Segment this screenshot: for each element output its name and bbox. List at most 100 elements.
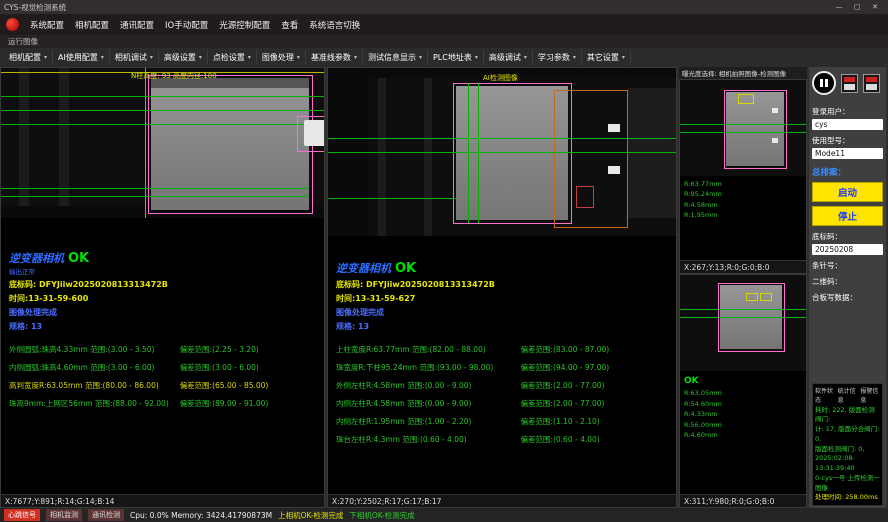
statistics-panel: 软件状态 统计信息 报警信息 耗时: 222, 版面检测阀门: 计: 17, 版… bbox=[812, 383, 883, 507]
status-bar: 心跳信号 相机监测 通讯检测 Cpu: 0.0% Memory: 3424.41… bbox=[0, 508, 888, 522]
sidebar-buttons bbox=[812, 71, 883, 95]
chevron-down-icon: ▾ bbox=[475, 54, 478, 61]
menu-item-camera-config[interactable]: 相机配置 bbox=[75, 19, 109, 31]
login-user-label: 登录用户： bbox=[812, 106, 883, 117]
cpu-memory-text: Cpu: 0.0% Memory: 3424.41790873M bbox=[130, 511, 272, 520]
roi-rectangle-yellow bbox=[738, 94, 754, 104]
menu-item-language-switch[interactable]: 系统语言切换 bbox=[309, 19, 360, 31]
board-write-label: 合板写数据： bbox=[812, 292, 883, 303]
measurement-row: 珠台左柱R:4.3mm 范围:(0.60 - 4.00) 偏差范围:(0.60 … bbox=[336, 434, 668, 445]
stats-line-process-time: 处理时间: 258.00ms bbox=[815, 493, 880, 503]
measure-value: 外侧圆弧:珠高4.33mm 范围:(3.00 - 3.50) bbox=[9, 344, 180, 355]
tab-label: 点检设置 bbox=[213, 52, 245, 63]
login-user-value[interactable]: cys bbox=[812, 119, 883, 130]
camera-snapshot-button-1[interactable] bbox=[841, 74, 858, 93]
maximize-button[interactable]: ▢ bbox=[848, 1, 866, 13]
tab-label: 其它设置 bbox=[587, 52, 619, 63]
measure-value: 珠高9mm:上网区56mm 范围:(88.00 - 92.00) bbox=[9, 398, 180, 409]
menu-item-system-config[interactable]: 系统配置 bbox=[30, 19, 64, 31]
tab-advanced-debug[interactable]: 高级调试▾ bbox=[484, 50, 533, 65]
status-text: 图像处理完成 bbox=[336, 307, 668, 318]
chevron-down-icon: ▾ bbox=[101, 54, 104, 61]
camera-view-right-bottom[interactable] bbox=[680, 275, 806, 371]
tab-ai-config[interactable]: AI使用配置▾ bbox=[53, 50, 110, 65]
pixel-coordinates-left: X:7677;Y:891;R:14;G:14;B:14 bbox=[1, 494, 324, 507]
stats-tab-status[interactable]: 软件状态 bbox=[815, 386, 835, 404]
stats-tab-statistics[interactable]: 统计信息 bbox=[838, 386, 858, 404]
stats-line: 耗时: 222, 版面检测阀门: bbox=[815, 406, 880, 426]
tab-spot-check[interactable]: 点检设置▾ bbox=[208, 50, 257, 65]
pause-button[interactable] bbox=[812, 71, 836, 95]
comm-monitor-indicator: 通讯检测 bbox=[88, 509, 124, 521]
measurement-row: 外侧圆弧:珠高4.33mm 范围:(3.00 - 3.50) 偏差范围:(2.2… bbox=[9, 344, 316, 355]
measure-line: R:4.60mm bbox=[684, 430, 802, 440]
stats-line-timestamp: 2025:02:08-13:31:39:40 bbox=[815, 454, 880, 474]
menu-item-comm-config[interactable]: 通讯配置 bbox=[120, 19, 154, 31]
tab-test-info[interactable]: 测试信息显示▾ bbox=[363, 50, 428, 65]
tab-advanced-settings[interactable]: 高级设置▾ bbox=[159, 50, 208, 65]
result-lines-right-top: R:63.77mm R:95.24mm R:4.58mm R:1.95mm bbox=[680, 176, 806, 260]
camera-view-left[interactable]: N柱高度: 93 高度内径:100 bbox=[1, 68, 324, 218]
tab-learning-params[interactable]: 学习参数▾ bbox=[533, 50, 582, 65]
measure-line: R:95.24mm bbox=[684, 189, 802, 199]
close-button[interactable]: ✕ bbox=[866, 1, 884, 13]
measure-range: 偏差范围:(83.00 - 87.00) bbox=[520, 344, 668, 355]
camera-result-header: 逆变器相机OK bbox=[9, 250, 316, 266]
measurement-row-warning: 高判宽度R:63.05mm 范围:(80.00 - 86.00) 偏差范围:(6… bbox=[9, 380, 316, 391]
camera-panel-right-bottom: OK R:63.05mm R:54.60mm R:4.33mm R:56.00m… bbox=[679, 274, 807, 508]
measure-line-green bbox=[1, 96, 324, 97]
tab-label: 基准线参数 bbox=[311, 52, 351, 63]
exposure-mode-label: 曝光度选择: 相机拍照图像-检测图像 bbox=[679, 67, 807, 79]
stop-button[interactable]: 停止 bbox=[812, 206, 883, 226]
camera-snapshot-button-2[interactable] bbox=[863, 74, 880, 93]
tab-camera-debug[interactable]: 相机调试▾ bbox=[110, 50, 159, 65]
tab-image-processing[interactable]: 图像处理▾ bbox=[257, 50, 306, 65]
measure-line: R:56.00mm bbox=[684, 420, 802, 430]
tab-baseline-params[interactable]: 基准线参数▾ bbox=[306, 50, 363, 65]
tab-label: PLC地址表 bbox=[433, 52, 472, 63]
tab-label: 测试信息显示 bbox=[368, 52, 416, 63]
title-bar: CYS-视觉检测系统 — ▢ ✕ bbox=[0, 0, 888, 14]
stats-line: 0-cys一号 上传检测一图像 bbox=[815, 474, 880, 494]
measure-value: 内侧左柱R:4.58mm 范围:(0.00 - 9.00) bbox=[336, 398, 520, 409]
barcode-value[interactable]: 20250208 bbox=[812, 244, 883, 255]
measure-line: R:4.33mm bbox=[684, 409, 802, 419]
model-value[interactable]: Mode11 bbox=[812, 148, 883, 159]
minimize-button[interactable]: — bbox=[830, 1, 848, 13]
tab-camera-config[interactable]: 相机配置▾ bbox=[4, 50, 53, 65]
measurement-list: 上柱宽度R:63.77mm 范围:(82.00 - 88.00) 偏差范围:(8… bbox=[336, 344, 668, 445]
menu-item-io-config[interactable]: IO手动配置 bbox=[165, 19, 208, 31]
measurement-list: 外侧圆弧:珠高4.33mm 范围:(3.00 - 3.50) 偏差范围:(2.2… bbox=[9, 344, 316, 409]
roi-rectangle-yellow bbox=[746, 293, 758, 301]
run-image-label: 运行图像 bbox=[0, 35, 888, 48]
highlight-spot bbox=[608, 166, 620, 174]
tab-other-settings[interactable]: 其它设置▾ bbox=[582, 50, 631, 65]
tab-label: 相机配置 bbox=[9, 52, 41, 63]
overlay-measure-text: N柱高度: 93 高度内径:100 bbox=[131, 71, 217, 81]
highlight-spot bbox=[608, 124, 620, 132]
start-button[interactable]: 启动 bbox=[812, 182, 883, 202]
measurement-row: 外侧左柱R:4.58mm 范围:(0.00 - 9.00) 偏差范围:(2.00… bbox=[336, 380, 668, 391]
camera-view-right-top[interactable] bbox=[680, 80, 806, 176]
measure-value: 上柱宽度R:63.77mm 范围:(82.00 - 88.00) bbox=[336, 344, 520, 355]
pixel-coordinates-right-bottom: X:311;Y:980;R:0;G:0;B:0 bbox=[680, 494, 806, 507]
measure-value: 内侧圆弧:珠高4.60mm 范围:(3.00 - 6.00) bbox=[9, 362, 180, 373]
menu-item-view[interactable]: 查看 bbox=[281, 19, 298, 31]
measure-range: 偏差范围:(65.00 - 85.00) bbox=[180, 380, 316, 391]
qr-code-label: 二维码： bbox=[812, 276, 883, 287]
tab-plc-address[interactable]: PLC地址表▾ bbox=[428, 50, 484, 65]
measure-line: R:54.60mm bbox=[684, 399, 802, 409]
measure-line: R:4.58mm bbox=[684, 200, 802, 210]
chevron-down-icon: ▾ bbox=[44, 54, 47, 61]
tab-label: 高级设置 bbox=[164, 52, 196, 63]
sidebar: 登录用户： cys 使用型号： Mode11 总排案： 启动 停止 底标码： 2… bbox=[809, 67, 886, 508]
measurement-row: 上柱宽度R:63.77mm 范围:(82.00 - 88.00) 偏差范围:(8… bbox=[336, 344, 668, 355]
stats-line: 计: 17, 版面分合阀门: 0, bbox=[815, 425, 880, 445]
stats-tab-alarm[interactable]: 报警信息 bbox=[860, 386, 880, 404]
pixel-coordinates-right-top: X:267;Y:13;R:0;G:0;B:0 bbox=[680, 260, 806, 273]
tab-label: 图像处理 bbox=[262, 52, 294, 63]
camera-view-middle[interactable]: AI检测图像 bbox=[328, 68, 676, 236]
menu-item-light-config[interactable]: 光源控制配置 bbox=[219, 19, 270, 31]
measure-line-green bbox=[1, 196, 309, 197]
measure-range: 偏差范围:(0.60 - 4.00) bbox=[520, 434, 668, 445]
